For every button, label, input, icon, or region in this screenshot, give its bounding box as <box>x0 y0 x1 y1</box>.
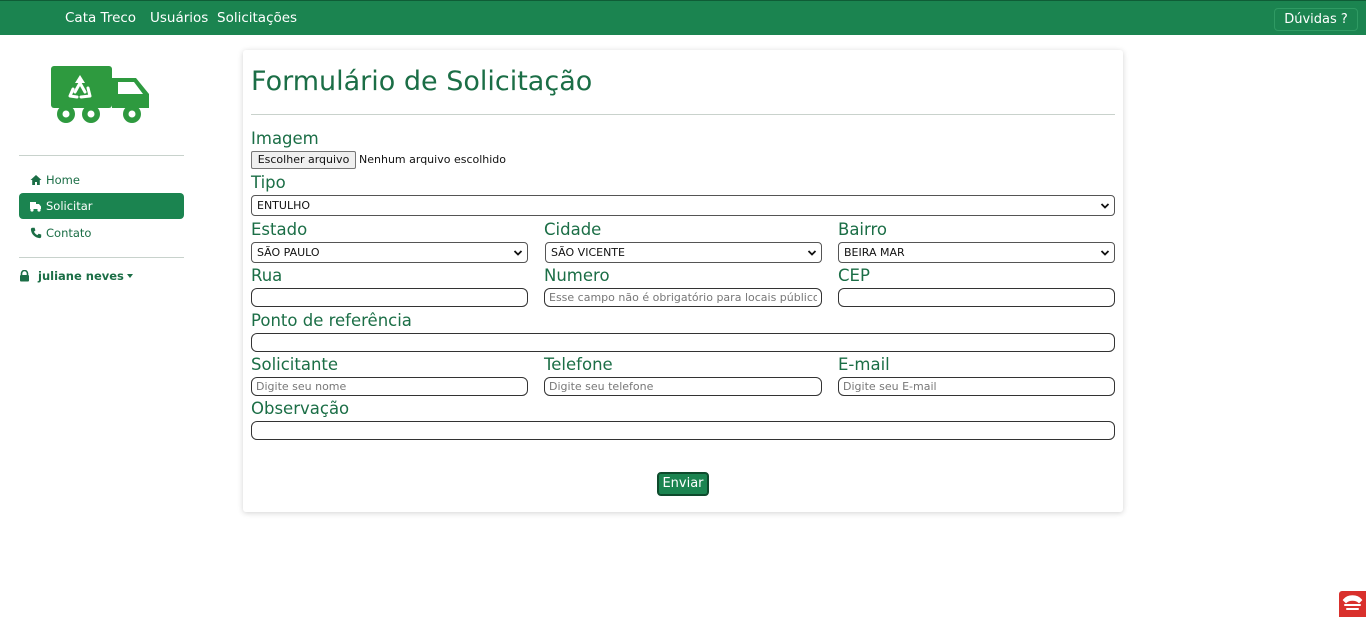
top-navbar: Cata Treco Usuários Solicitações Dúvidas… <box>0 0 1366 35</box>
form-card <box>243 50 1123 512</box>
submit-button[interactable]: Enviar <box>657 472 709 496</box>
home-icon <box>29 174 42 187</box>
telefone-input[interactable] <box>544 377 822 396</box>
sidebar-divider <box>19 257 184 258</box>
label-estado: Estado <box>251 220 308 239</box>
bairro-select[interactable]: BEIRA MAR <box>838 242 1115 263</box>
chevron-down-icon <box>1100 250 1110 256</box>
numero-input[interactable] <box>544 288 822 307</box>
observacao-input[interactable] <box>251 421 1115 440</box>
nav-link-cata-treco[interactable]: Cata Treco <box>65 10 136 26</box>
lock-icon <box>19 270 30 282</box>
label-bairro: Bairro <box>838 220 888 239</box>
file-status-text: Nenhum arquivo escolhido <box>359 153 507 166</box>
sidebar-item-contato[interactable]: Contato <box>19 220 184 246</box>
sidebar-item-home[interactable]: Home <box>19 167 184 193</box>
title-divider <box>251 114 1115 115</box>
sidebar-item-label: Solicitar <box>46 199 93 213</box>
cidade-select[interactable]: SÃO VICENTE <box>545 242 822 263</box>
choose-file-button[interactable]: Escolher arquivo <box>251 151 356 169</box>
sidebar-divider <box>19 155 184 156</box>
label-numero: Numero <box>544 266 610 285</box>
truck-icon <box>29 200 42 213</box>
label-imagem: Imagem <box>251 129 319 148</box>
chevron-down-icon <box>1100 203 1110 209</box>
bairro-select-value: BEIRA MAR <box>844 246 905 259</box>
cep-input[interactable] <box>838 288 1115 307</box>
ponto-referencia-input[interactable] <box>251 333 1115 352</box>
tipo-select-value: ENTULHO <box>257 199 311 212</box>
label-email: E-mail <box>838 355 890 374</box>
label-cep: CEP <box>838 266 870 285</box>
sidebar-item-label: Home <box>46 173 80 187</box>
user-name: juliane neves <box>38 269 124 283</box>
phone-icon <box>29 227 42 240</box>
tipo-select[interactable]: ENTULHO <box>251 195 1115 216</box>
solicitante-input[interactable] <box>251 377 528 396</box>
sidebar-item-solicitar[interactable]: Solicitar <box>19 193 184 219</box>
label-solicitante: Solicitante <box>251 355 339 374</box>
chevron-down-icon <box>513 250 523 256</box>
extension-badge-icon[interactable] <box>1339 591 1366 617</box>
nav-link-usuarios[interactable]: Usuários <box>150 10 208 26</box>
label-cidade: Cidade <box>544 220 602 239</box>
recycling-truck-icon[interactable] <box>50 62 151 125</box>
user-menu[interactable]: juliane neves <box>19 268 133 284</box>
label-tipo: Tipo <box>251 173 286 192</box>
nav-link-solicitacoes[interactable]: Solicitações <box>217 10 297 26</box>
label-observacao: Observação <box>251 399 350 418</box>
page-title: Formulário de Solicitação <box>251 66 593 97</box>
estado-select-value: SÃO PAULO <box>257 246 320 259</box>
estado-select[interactable]: SÃO PAULO <box>251 242 528 263</box>
caret-down-icon <box>126 274 133 278</box>
chevron-down-icon <box>807 250 817 256</box>
label-telefone: Telefone <box>544 355 613 374</box>
label-rua: Rua <box>251 266 283 285</box>
email-input[interactable] <box>838 377 1115 396</box>
label-ponto-referencia: Ponto de referência <box>251 311 412 330</box>
help-button[interactable]: Dúvidas ? <box>1274 8 1358 31</box>
sidebar-item-label: Contato <box>46 226 92 240</box>
rua-input[interactable] <box>251 288 528 307</box>
cidade-select-value: SÃO VICENTE <box>551 246 625 259</box>
